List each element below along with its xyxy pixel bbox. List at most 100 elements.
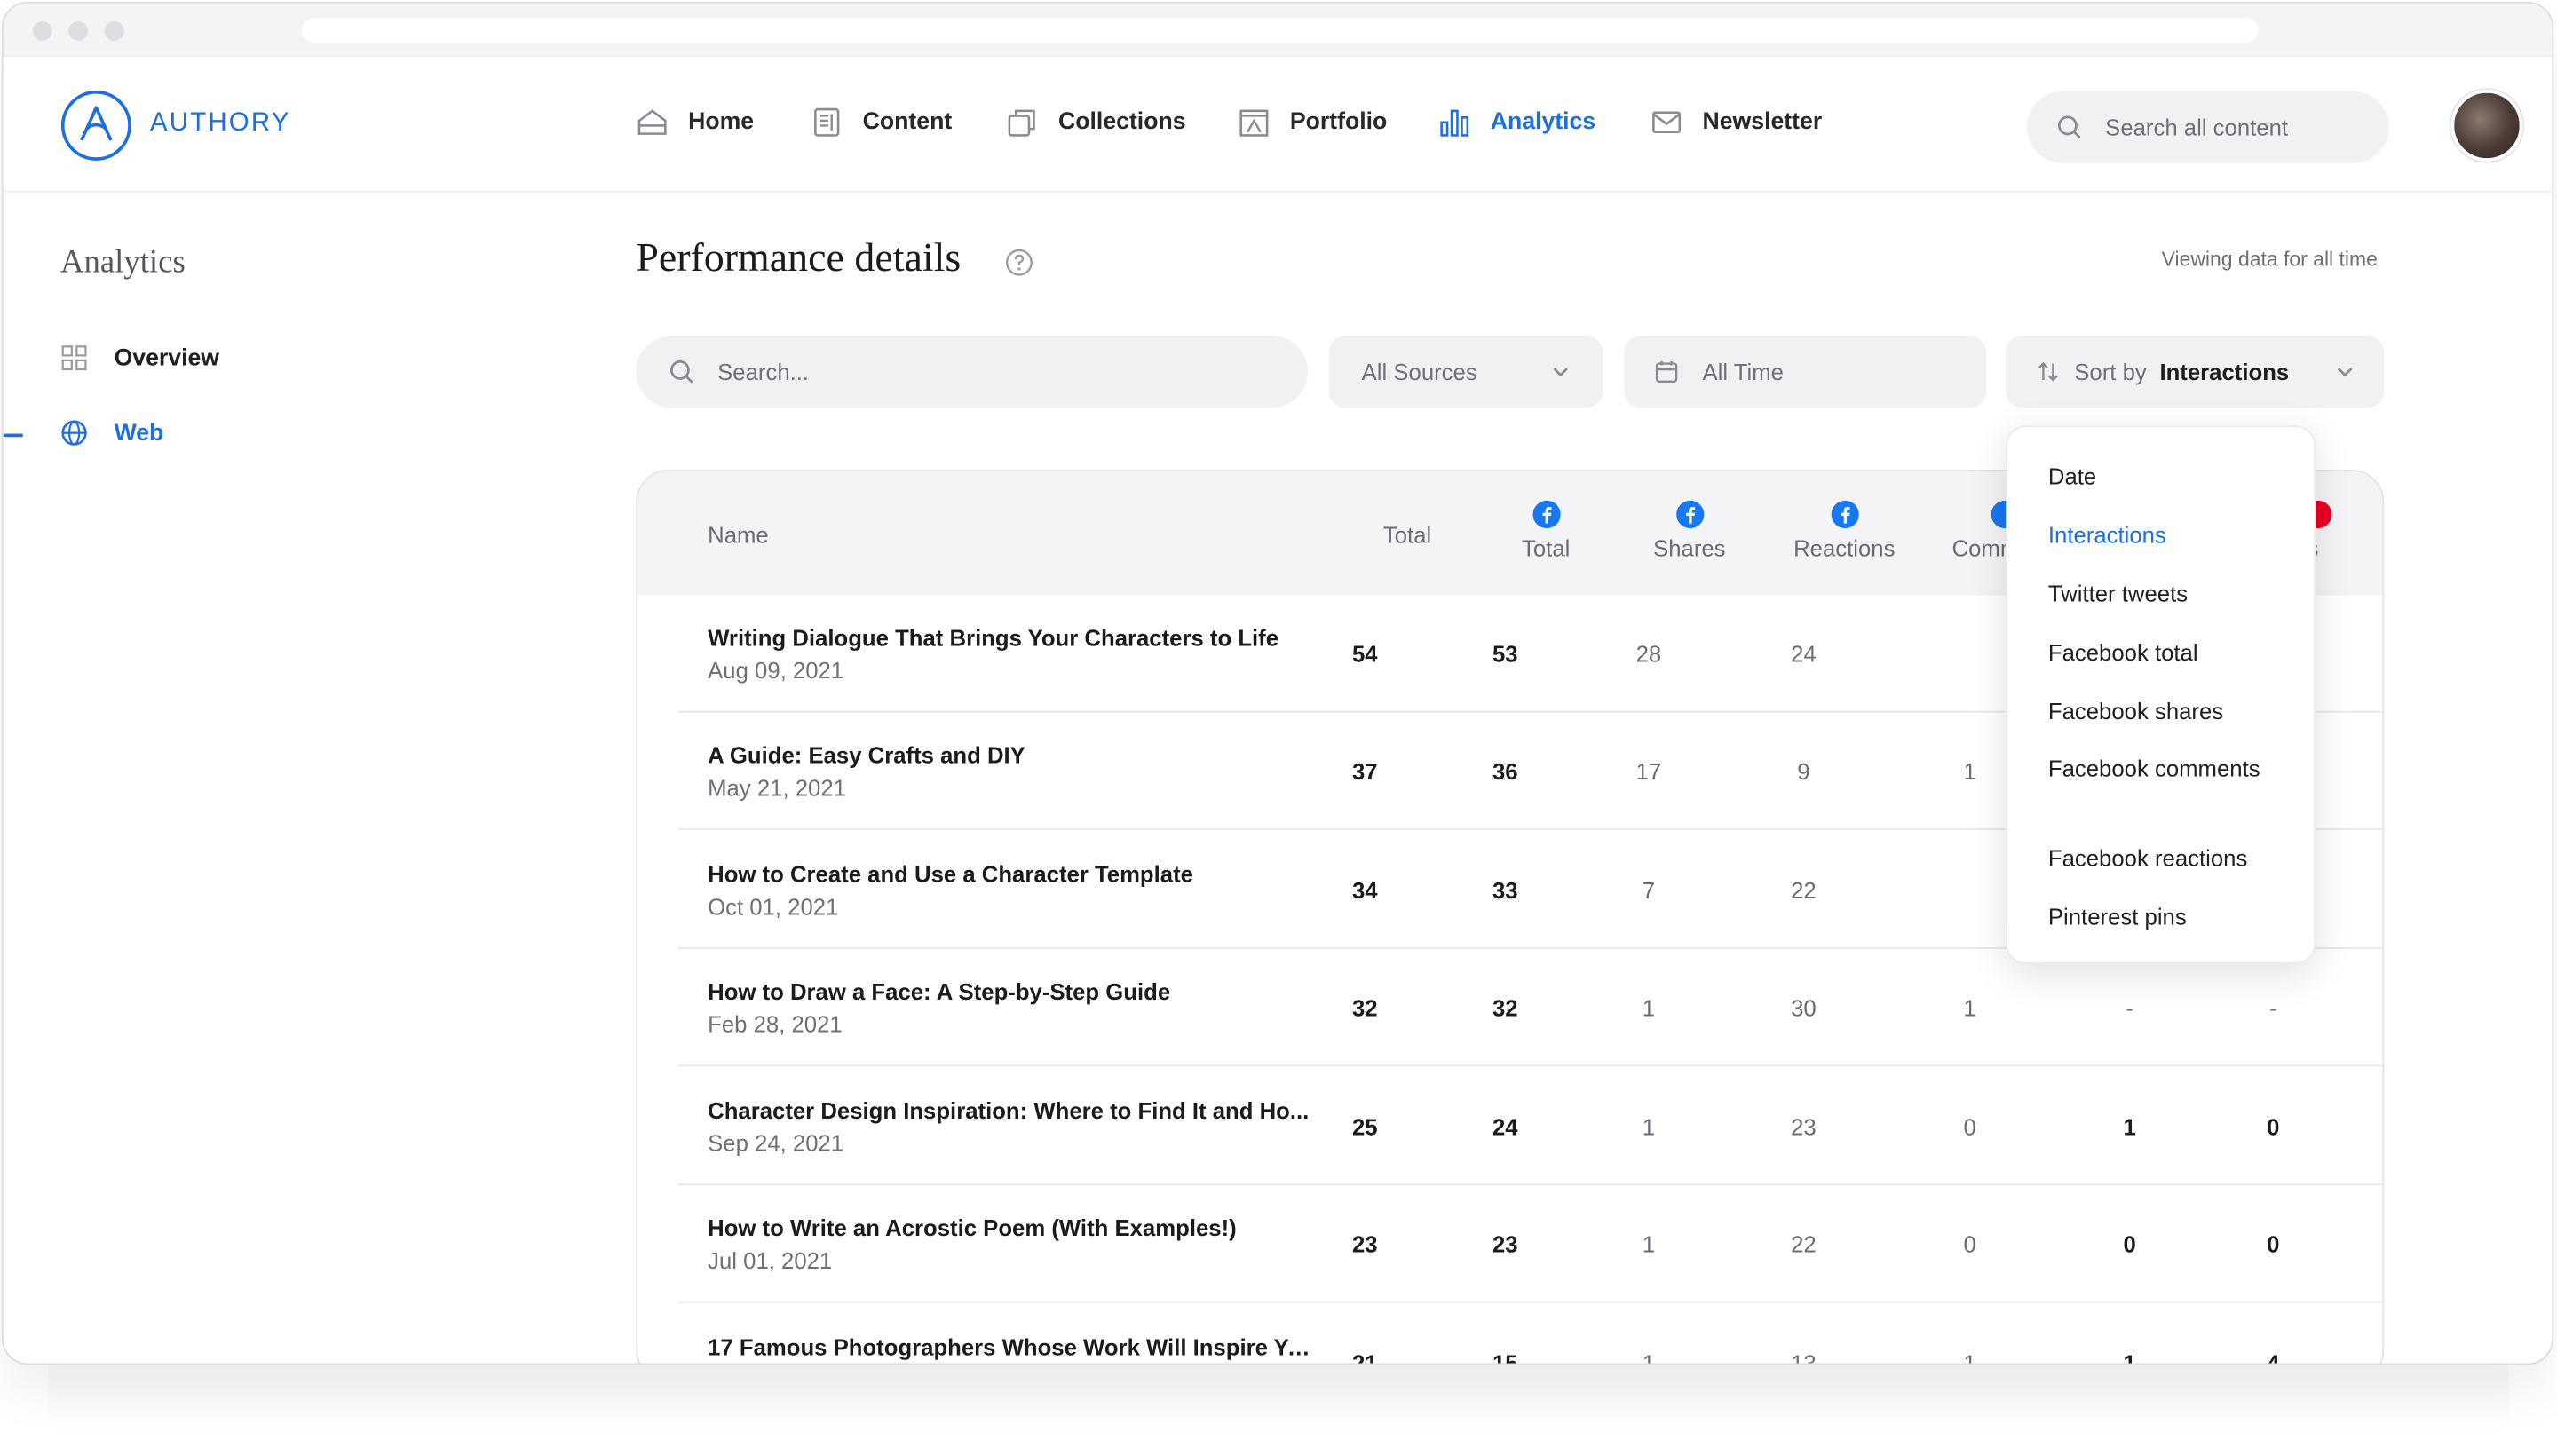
cell-comments: 0	[1963, 1113, 1976, 1140]
sort-option-interactions[interactable]: Interactions	[2048, 520, 2293, 551]
sort-option-facebook-shares[interactable]: Facebook shares	[2048, 696, 2293, 727]
sort-option-pinterest-pins[interactable]: Pinterest pins	[2048, 902, 2293, 933]
global-search-input[interactable]: Search all content	[2027, 91, 2389, 163]
column-header-shares[interactable]: Shares	[1641, 500, 1738, 561]
row-title[interactable]: 17 Famous Photographers Whose Work Will …	[708, 1333, 1311, 1359]
cell-reactions: 22	[1791, 877, 1817, 904]
minimize-window-dot[interactable]	[68, 20, 89, 41]
nav-label-newsletter: Newsletter	[1702, 109, 1823, 136]
sort-option-facebook-comments[interactable]: Facebook comments	[2048, 754, 2293, 785]
sort-value: Interactions	[2159, 359, 2290, 385]
column-header-fb-total[interactable]: Total	[1497, 500, 1595, 561]
cell-reactions: 24	[1791, 640, 1817, 668]
nav-item-portfolio[interactable]: Portfolio	[1238, 106, 1387, 138]
cell-fb-total: 33	[1492, 877, 1518, 904]
sidebar-active-indicator	[3, 433, 23, 438]
sidebar-item-web[interactable]: Web	[60, 419, 163, 447]
row-title[interactable]: How to Draw a Face: A Step-by-Step Guide	[708, 978, 1170, 1004]
sort-option-facebook-total[interactable]: Facebook total	[2048, 637, 2293, 669]
table-search-input[interactable]: Search...	[636, 336, 1309, 408]
browser-chrome	[3, 3, 2553, 58]
sidebar-item-overview[interactable]: Overview	[60, 344, 219, 372]
viewing-range-text: Viewing data for all time	[2161, 248, 2378, 271]
calendar-icon	[1655, 360, 1678, 383]
address-bar[interactable]	[301, 18, 2259, 43]
portfolio-icon	[1239, 109, 1269, 137]
table-row[interactable]: 17 Famous Photographers Whose Work Will …	[678, 1304, 2382, 1365]
column-header-name[interactable]: Name	[708, 522, 769, 548]
cell-shares: 1	[1642, 994, 1656, 1021]
home-icon	[637, 109, 667, 135]
cell-fb-total: 32	[1492, 994, 1518, 1021]
cell-fb-total: 24	[1492, 1113, 1518, 1140]
sort-option-date[interactable]: Date	[2048, 462, 2293, 493]
chevron-down-icon	[1553, 368, 1569, 377]
sort-option-twitter-tweets[interactable]: Twitter tweets	[2048, 579, 2293, 610]
sort-arrows-icon	[2038, 361, 2058, 382]
sort-option-facebook-reactions[interactable]: Facebook reactions	[2048, 843, 2293, 874]
cell-comments: 0	[1963, 1230, 1976, 1258]
cell-c6: 0	[2123, 1230, 2136, 1258]
brand-name[interactable]: AUTHORY	[150, 109, 291, 138]
row-date: Feb 28, 2021	[708, 1010, 843, 1038]
cell-c7: -	[2269, 994, 2277, 1021]
nav-label-home: Home	[688, 109, 755, 136]
cell-total: 21	[1351, 1349, 1378, 1365]
cell-c6: -	[2126, 994, 2134, 1021]
sidebar-label-overview: Overview	[114, 344, 220, 371]
table-row[interactable]: How to Write an Acrostic Poem (With Exam…	[678, 1185, 2383, 1303]
cell-c6: 1	[2123, 1349, 2136, 1365]
window-shadow	[49, 1366, 2508, 1432]
nav-label-content: Content	[862, 109, 953, 136]
grid-icon	[61, 345, 87, 371]
nav-item-home[interactable]: Home	[636, 106, 754, 138]
sort-dropdown-menu: Date Interactions Twitter tweets Facebook t…	[2006, 425, 2316, 964]
cell-reactions: 9	[1797, 758, 1810, 785]
nav-item-analytics[interactable]: Analytics	[1438, 106, 1595, 138]
column-header-total[interactable]: Total	[1366, 522, 1448, 548]
cell-reactions: 13	[1791, 1349, 1817, 1365]
row-date: Aug 09, 2021	[708, 657, 844, 684]
cell-total: 32	[1351, 994, 1378, 1021]
sort-select[interactable]: Sort by Interactions	[2006, 336, 2385, 408]
authory-logo-icon[interactable]	[60, 90, 132, 162]
maximize-window-dot[interactable]	[104, 20, 124, 41]
facebook-icon	[1532, 500, 1560, 529]
close-window-dot[interactable]	[32, 20, 52, 41]
cell-c7: 0	[2267, 1230, 2280, 1258]
column-label-shares: Shares	[1653, 534, 1726, 561]
cell-shares: 1	[1642, 1349, 1656, 1365]
nav-item-newsletter[interactable]: Newsletter	[1651, 106, 1822, 138]
globe-icon	[61, 420, 87, 446]
facebook-icon	[1675, 500, 1704, 529]
row-title[interactable]: How to Create and Use a Character Templa…	[708, 861, 1193, 887]
nav-label-collections: Collections	[1058, 109, 1186, 136]
table-row[interactable]: How to Draw a Face: A Step-by-Step Guide…	[678, 949, 2383, 1067]
time-range-select[interactable]: All Time	[1624, 336, 1987, 408]
help-icon[interactable]	[1004, 248, 1033, 277]
row-title[interactable]: How to Write an Acrostic Poem (With Exam…	[708, 1215, 1237, 1240]
sidebar-label-web: Web	[114, 419, 164, 447]
cell-reactions: 23	[1791, 1113, 1817, 1140]
sources-select[interactable]: All Sources	[1328, 336, 1603, 408]
user-avatar[interactable]	[2450, 90, 2523, 162]
column-header-reactions[interactable]: Reactions	[1779, 500, 1910, 561]
content-icon	[814, 107, 840, 137]
cell-fb-total: 23	[1492, 1230, 1518, 1258]
cell-c7: 4	[2267, 1349, 2280, 1365]
browser-window: AUTHORY Home Content Collections Portfol…	[1, 1, 2554, 1365]
row-title[interactable]: Writing Dialogue That Brings Your Charac…	[708, 624, 1278, 650]
time-range-value: All Time	[1702, 359, 1784, 385]
nav-item-content[interactable]: Content	[811, 106, 952, 138]
row-title[interactable]: A Guide: Easy Crafts and DIY	[708, 742, 1025, 768]
row-title[interactable]: Character Design Inspiration: Where to F…	[708, 1097, 1309, 1123]
cell-total: 54	[1351, 640, 1378, 668]
row-date: Oct 01, 2021	[708, 893, 839, 920]
cell-shares: 28	[1635, 640, 1662, 668]
table-row[interactable]: Character Design Inspiration: Where to F…	[678, 1068, 2383, 1186]
newsletter-icon	[1652, 111, 1682, 134]
cell-total: 25	[1351, 1113, 1378, 1140]
cell-comments: 1	[1963, 1349, 1976, 1365]
nav-item-collections[interactable]: Collections	[1006, 106, 1186, 138]
cell-comments: 1	[1963, 758, 1976, 785]
